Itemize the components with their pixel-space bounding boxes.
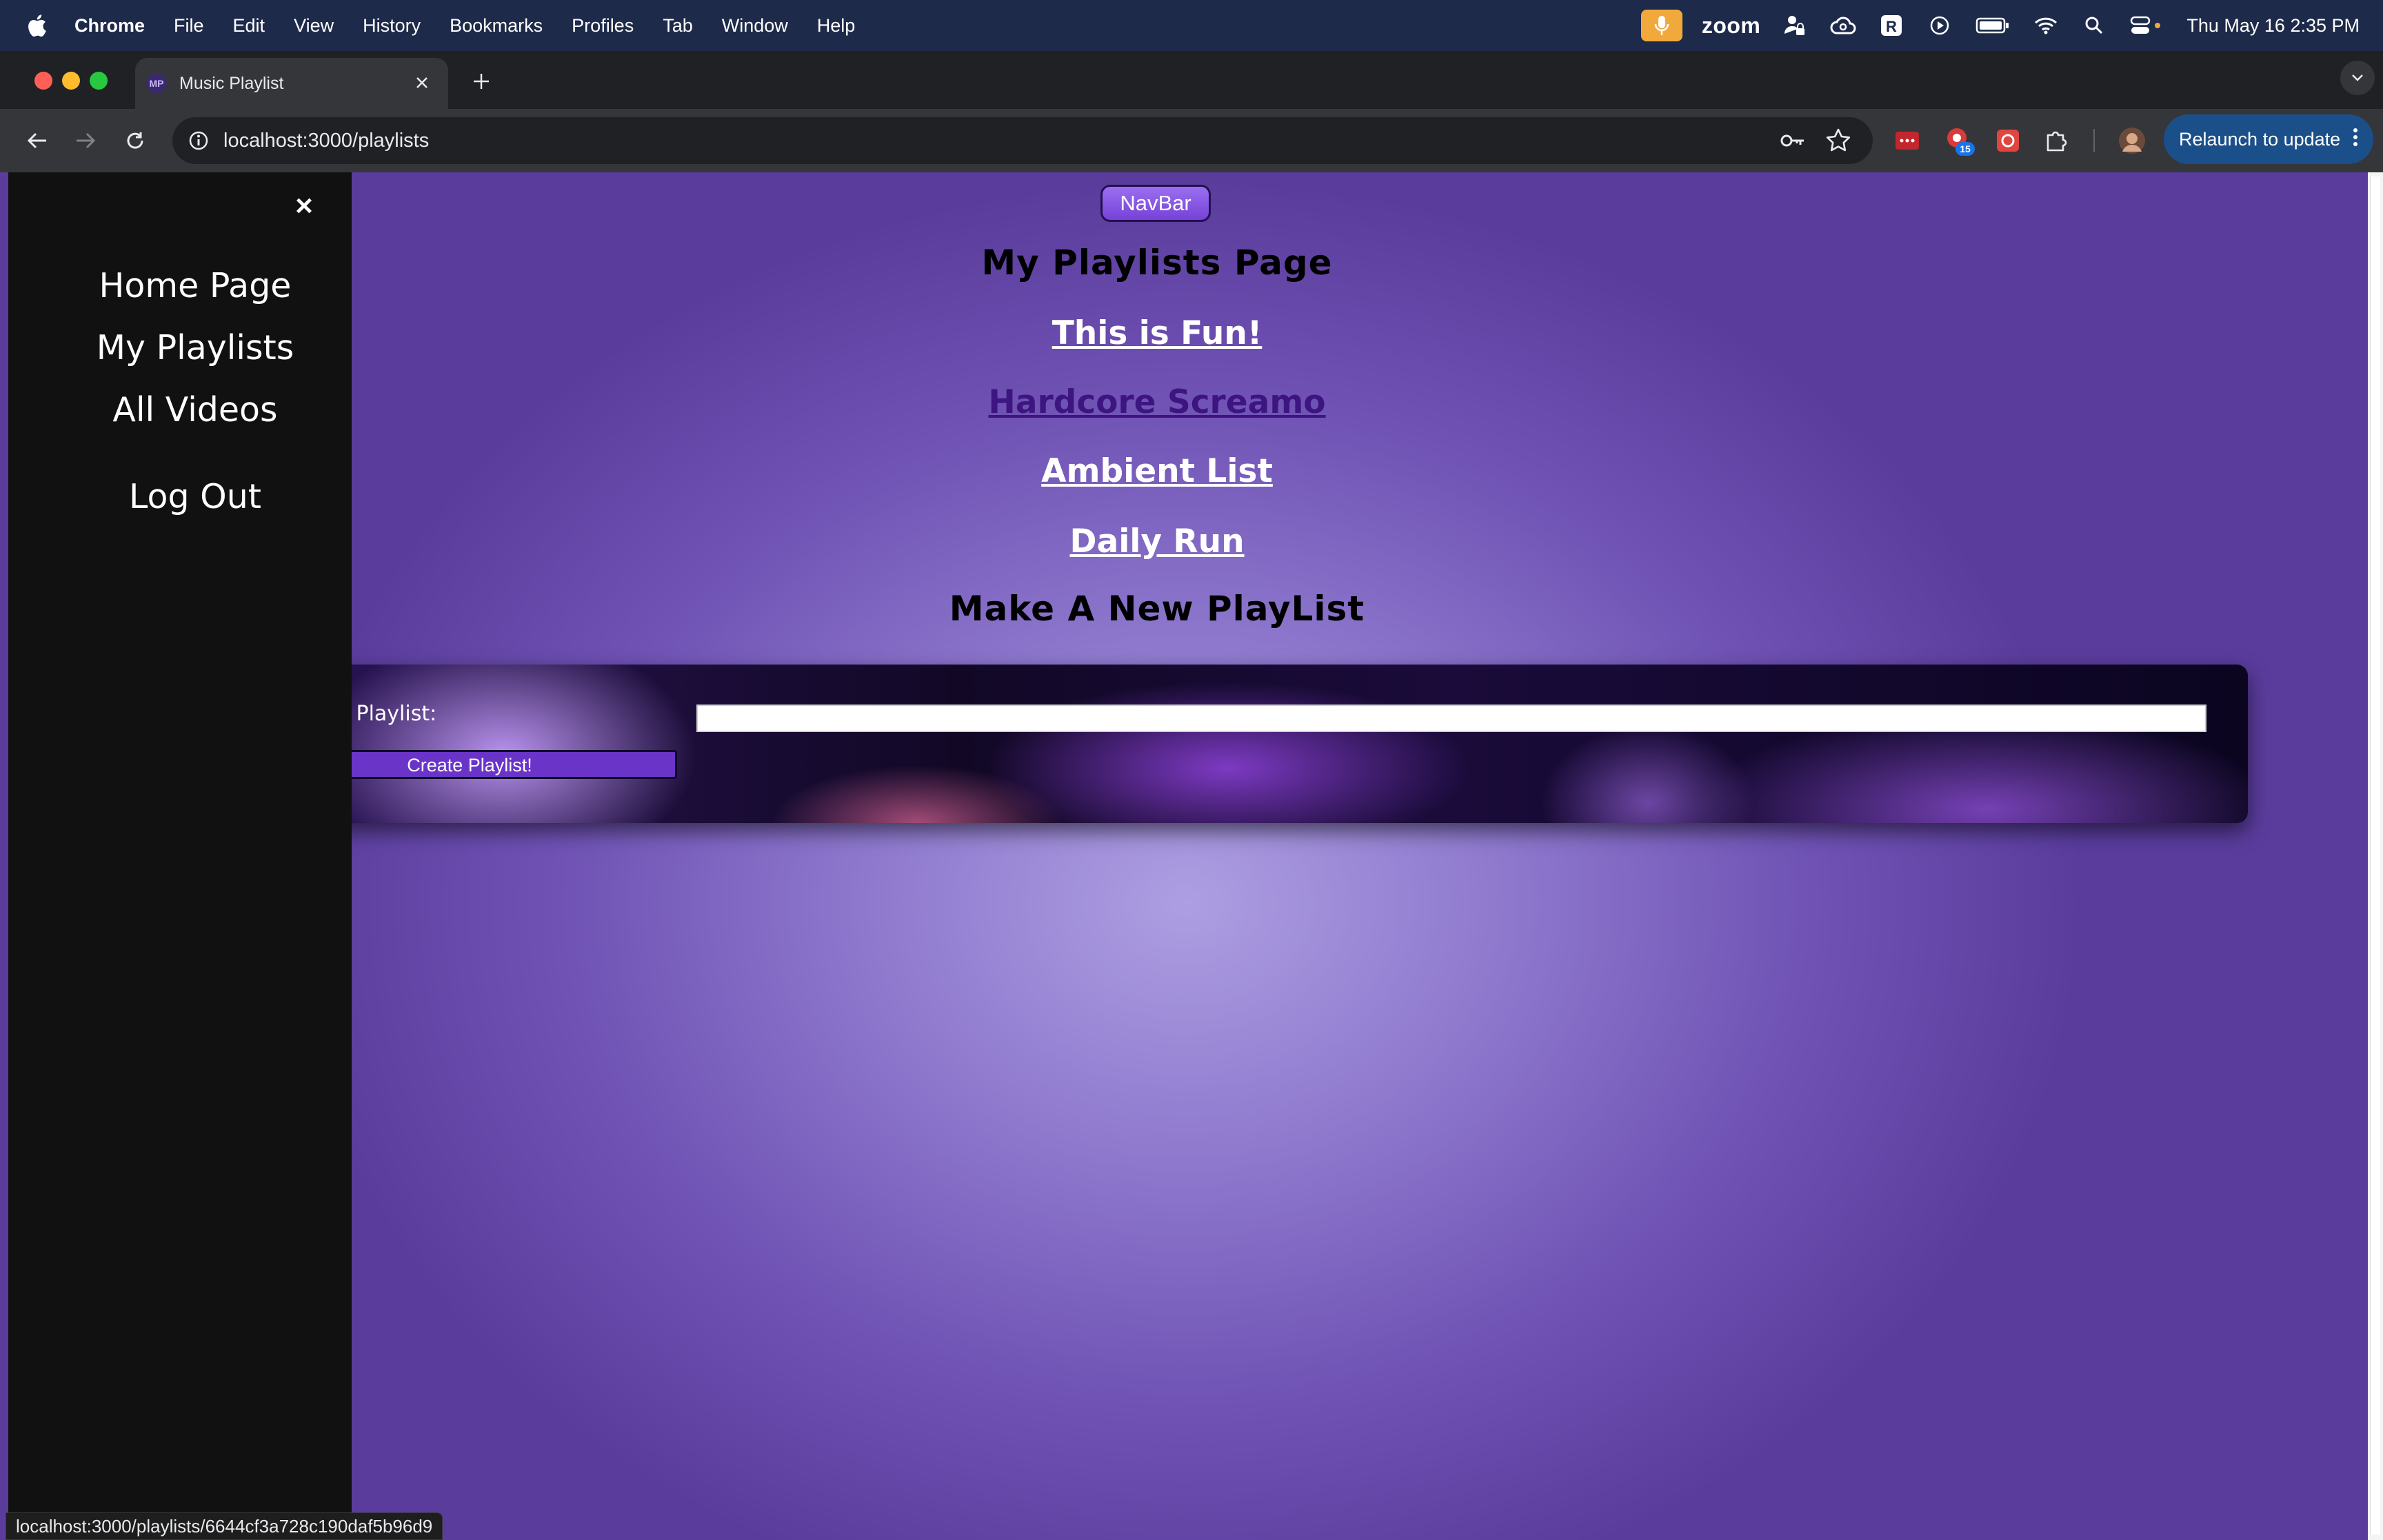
new-tab-button[interactable] bbox=[466, 66, 496, 97]
url-text[interactable]: localhost:3000/playlists bbox=[223, 117, 429, 164]
new-playlist-form: Name of Playlist: Create Playlist! bbox=[262, 665, 2248, 823]
extensions-puzzle-icon[interactable] bbox=[2040, 124, 2073, 157]
password-key-icon[interactable] bbox=[1779, 128, 1807, 153]
relaunch-to-update-button[interactable]: Relaunch to update bbox=[2164, 114, 2373, 164]
tab-close-icon[interactable] bbox=[410, 70, 434, 95]
menu-file[interactable]: File bbox=[174, 15, 204, 37]
menu-history[interactable]: History bbox=[363, 15, 421, 37]
sidebar-item-home-page[interactable]: Home Page bbox=[8, 266, 382, 305]
page-viewport: NavBar My Playlists Page This is Fun! Ha… bbox=[0, 172, 2383, 1540]
back-arrow-icon[interactable] bbox=[19, 123, 55, 159]
window-close-button[interactable] bbox=[34, 72, 52, 90]
status-area: zoom R Thu May 16 2:35 PM bbox=[1640, 0, 2383, 51]
navbar-toggle-button[interactable]: NavBar bbox=[1100, 185, 1211, 222]
tab-search-button[interactable] bbox=[2340, 61, 2375, 95]
toolbar-divider bbox=[2091, 124, 2098, 157]
menu-view[interactable]: View bbox=[294, 15, 334, 37]
battery-icon[interactable] bbox=[1974, 12, 2011, 39]
bookmark-star-icon[interactable] bbox=[1824, 127, 1852, 154]
play-circle-icon[interactable] bbox=[1926, 12, 1953, 39]
menu-edit[interactable]: Edit bbox=[233, 15, 265, 37]
menu-tab[interactable]: Tab bbox=[663, 15, 693, 37]
spotlight-search-icon[interactable] bbox=[2080, 12, 2108, 39]
menu-window[interactable]: Window bbox=[722, 15, 788, 37]
creative-cloud-icon[interactable] bbox=[1829, 12, 1857, 39]
extension-badge-icon[interactable]: 15 bbox=[1943, 124, 1976, 157]
relaunch-label: Relaunch to update bbox=[2179, 128, 2341, 150]
extension-red-icon[interactable] bbox=[1991, 124, 2024, 157]
tab-favicon: MP bbox=[146, 73, 167, 94]
lock-person-icon[interactable] bbox=[1781, 12, 1809, 39]
link-status-bar: localhost:3000/playlists/6644cf3a728c190… bbox=[6, 1512, 443, 1540]
app-r-icon[interactable]: R bbox=[1878, 12, 1905, 39]
site-info-icon[interactable] bbox=[188, 130, 210, 152]
browser-tab-active[interactable]: MP Music Playlist bbox=[135, 58, 448, 109]
reload-icon[interactable] bbox=[117, 123, 153, 159]
svg-text:R: R bbox=[1886, 18, 1897, 35]
menu-bookmarks[interactable]: Bookmarks bbox=[450, 15, 543, 37]
sidebar-item-my-playlists[interactable]: My Playlists bbox=[8, 328, 382, 367]
extension-lastpass-icon[interactable] bbox=[1891, 124, 1924, 157]
address-bar[interactable]: localhost:3000/playlists bbox=[172, 117, 1873, 164]
window-zoom-button[interactable] bbox=[90, 72, 108, 90]
microphone-icon[interactable] bbox=[1640, 10, 1682, 41]
scrollbar-thumb[interactable] bbox=[2370, 176, 2380, 1534]
menu-app-name[interactable]: Chrome bbox=[74, 15, 145, 37]
more-vert-icon[interactable] bbox=[2353, 127, 2358, 153]
extension-badge-count: 15 bbox=[1960, 143, 1971, 154]
zoom-status-label[interactable]: zoom bbox=[1702, 13, 1761, 39]
menubar-clock[interactable]: Thu May 16 2:35 PM bbox=[2186, 15, 2360, 37]
menu-profiles[interactable]: Profiles bbox=[572, 15, 634, 37]
profile-avatar[interactable] bbox=[2115, 124, 2149, 157]
macos-menubar: Chrome File Edit View History Bookmarks … bbox=[0, 0, 2383, 51]
control-center-icon[interactable] bbox=[2129, 12, 2163, 39]
apple-logo-icon[interactable] bbox=[26, 14, 47, 37]
sidebar-nav: × Home Page My Playlists All Videos Log … bbox=[8, 172, 352, 1540]
sidebar-close-icon[interactable]: × bbox=[287, 189, 321, 223]
window-minimize-button[interactable] bbox=[62, 72, 80, 90]
tab-title: Music Playlist bbox=[179, 73, 284, 93]
wifi-icon[interactable] bbox=[2032, 12, 2060, 39]
sidebar-item-all-videos[interactable]: All Videos bbox=[8, 390, 382, 429]
playlist-name-input[interactable] bbox=[696, 705, 2206, 732]
sidebar-item-log-out[interactable]: Log Out bbox=[8, 477, 382, 516]
forward-arrow-icon[interactable] bbox=[68, 123, 103, 159]
menu-help[interactable]: Help bbox=[817, 15, 856, 37]
page-scrollbar[interactable] bbox=[2368, 172, 2383, 1540]
